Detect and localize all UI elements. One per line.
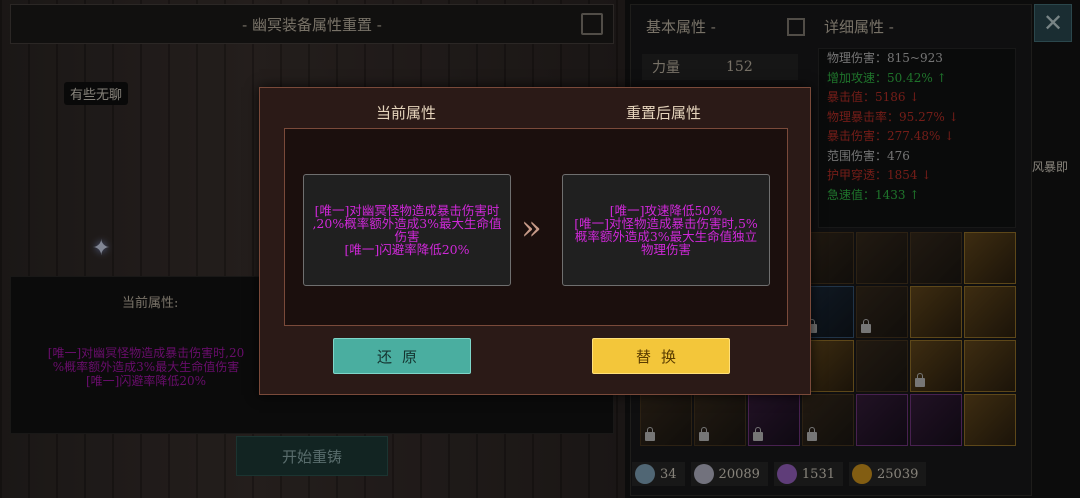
attr-line: [唯一]闪避率降低20%: [344, 242, 470, 257]
reset-attr-box: [唯一]攻速降低50% [唯一]对怪物造成暴击伤害时,5% 概率额外造成3%最大…: [562, 174, 770, 286]
double-chevron-right-icon: »: [521, 208, 542, 248]
current-attr-box: [唯一]对幽冥怪物造成暴击伤害时 ,20%概率额外造成3%最大生命值 伤害 [唯…: [303, 174, 511, 286]
current-attr-heading: 当前属性: [376, 104, 437, 122]
reset-confirm-dialog: 当前属性 重置后属性 [唯一]对幽冥怪物造成暴击伤害时 ,20%概率额外造成3%…: [259, 87, 811, 395]
restore-button[interactable]: 还原: [333, 338, 471, 374]
attr-compare-area: [唯一]对幽冥怪物造成暴击伤害时 ,20%概率额外造成3%最大生命值 伤害 [唯…: [284, 128, 788, 326]
attr-line: 物理伤害: [640, 242, 691, 257]
reset-attr-heading: 重置后属性: [626, 104, 702, 122]
replace-button[interactable]: 替换: [592, 338, 730, 374]
